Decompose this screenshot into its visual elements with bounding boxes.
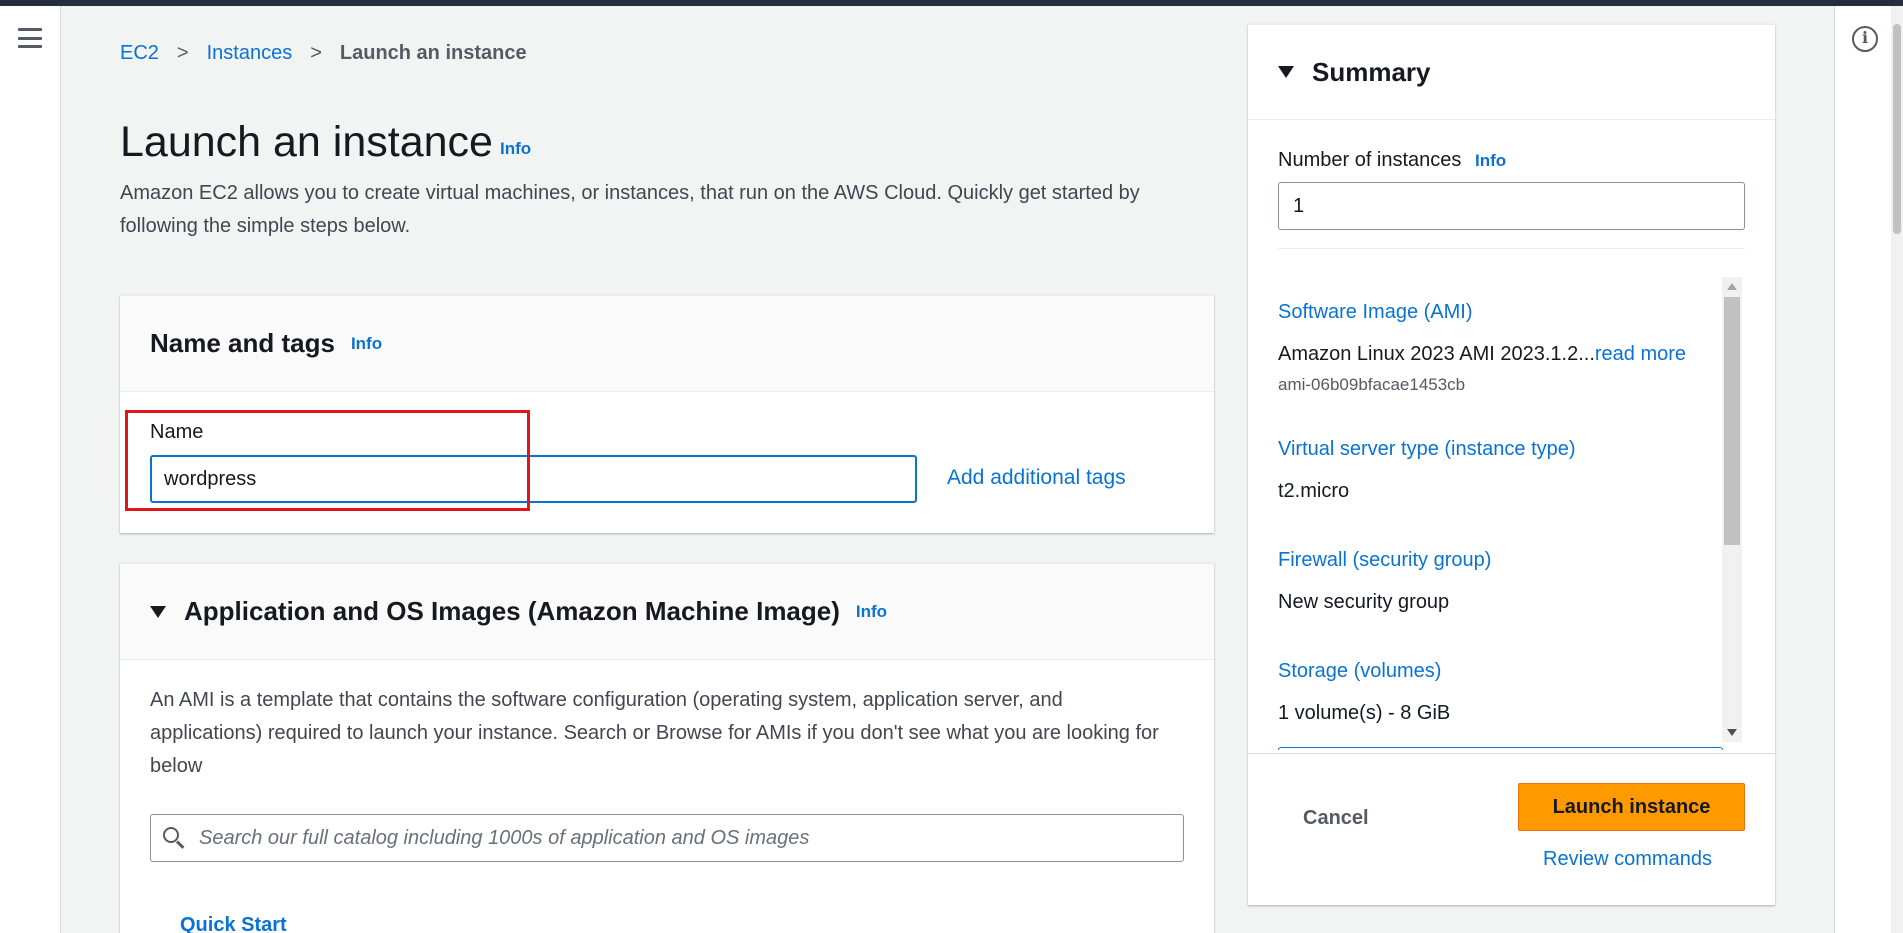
summary-scrollbar[interactable] <box>1722 277 1742 742</box>
hamburger-menu-icon[interactable] <box>18 28 42 48</box>
summary-panel: Summary Number of instances Info Softwar… <box>1248 24 1775 905</box>
chevron-right-icon: > <box>176 41 189 64</box>
add-additional-tags-link[interactable]: Add additional tags <box>947 466 1126 490</box>
number-of-instances-label: Number of instances <box>1278 149 1462 171</box>
name-and-tags-title: Name and tags <box>150 328 335 358</box>
cancel-button[interactable]: Cancel <box>1303 807 1369 830</box>
page-title-info-link[interactable]: Info <box>500 139 531 159</box>
launch-instance-button[interactable]: Launch instance <box>1518 783 1745 831</box>
caret-down-icon[interactable] <box>150 605 166 618</box>
name-and-tags-panel: Name and tags Info Name Add additional t… <box>120 295 1214 533</box>
left-navigation-rail <box>0 6 61 933</box>
page-title: Launch an instance <box>120 118 493 166</box>
ami-description: An AMI is a template that contains the s… <box>150 689 1159 777</box>
ami-header: Application and OS Images (Amazon Machin… <box>120 564 1214 660</box>
page-scrollbar[interactable] <box>1891 6 1903 933</box>
name-and-tags-header: Name and tags Info <box>120 296 1214 392</box>
name-input[interactable] <box>150 455 917 503</box>
instance-type-link[interactable]: Virtual server type (instance type) <box>1278 438 1576 461</box>
number-of-instances-info-link[interactable]: Info <box>1475 151 1506 170</box>
search-icon <box>163 827 185 849</box>
software-image-value-row: Amazon Linux 2023 AMI 2023.1.2...read mo… <box>1278 343 1686 366</box>
instance-type-value: t2.micro <box>1278 480 1350 502</box>
info-circle-icon[interactable]: i <box>1852 26 1878 52</box>
storage-link[interactable]: Storage (volumes) <box>1278 660 1441 683</box>
read-more-link[interactable]: read more <box>1595 343 1686 365</box>
ami-title[interactable]: Application and OS Images (Amazon Machin… <box>184 596 840 627</box>
right-tools-rail: i <box>1834 6 1903 933</box>
summary-title[interactable]: Summary <box>1312 57 1431 88</box>
number-of-instances-label-row: Number of instances Info <box>1278 149 1506 172</box>
page-scrollbar-thumb[interactable] <box>1893 24 1901 234</box>
breadcrumb-current: Launch an instance <box>339 41 527 64</box>
ami-id: ami-06b09bfacae1453cb <box>1278 375 1466 394</box>
summary-details-scroll-area: Software Image (AMI) Amazon Linux 2023 A… <box>1278 275 1745 750</box>
review-commands-link[interactable]: Review commands <box>1543 848 1712 871</box>
ami-info-link[interactable]: Info <box>856 602 887 622</box>
caret-down-icon[interactable] <box>1278 66 1294 78</box>
ami-search-input[interactable] <box>199 826 1149 850</box>
breadcrumb-ec2[interactable]: EC2 <box>120 42 159 65</box>
top-bar <box>0 0 1903 6</box>
security-group-value: New security group <box>1278 591 1450 613</box>
summary-header: Summary <box>1248 25 1775 120</box>
breadcrumb: EC2 > Instances > Launch an instance <box>120 40 527 66</box>
free-tier-info-box <box>1278 747 1723 750</box>
scroll-down-arrow-icon[interactable] <box>1727 729 1737 736</box>
chevron-right-icon: > <box>310 41 322 64</box>
summary-divider <box>1278 248 1745 249</box>
ami-search-box[interactable] <box>150 814 1184 862</box>
summary-scrollbar-thumb[interactable] <box>1724 297 1740 545</box>
ami-panel: Application and OS Images (Amazon Machin… <box>120 563 1214 933</box>
breadcrumb-instances[interactable]: Instances <box>207 42 293 65</box>
quick-start-tab[interactable]: Quick Start <box>180 914 287 933</box>
storage-value: 1 volume(s) - 8 GiB <box>1278 702 1451 724</box>
name-and-tags-info-link[interactable]: Info <box>351 334 382 354</box>
summary-footer-divider <box>1248 753 1775 754</box>
name-label: Name <box>150 421 204 443</box>
software-image-link[interactable]: Software Image (AMI) <box>1278 301 1473 324</box>
number-of-instances-input[interactable] <box>1278 182 1745 230</box>
scroll-up-arrow-icon[interactable] <box>1727 283 1737 290</box>
page-intro: Amazon EC2 allows you to create virtual … <box>120 182 1140 237</box>
software-image-value: Amazon Linux 2023 AMI 2023.1.2... <box>1278 343 1595 365</box>
security-group-link[interactable]: Firewall (security group) <box>1278 549 1491 572</box>
